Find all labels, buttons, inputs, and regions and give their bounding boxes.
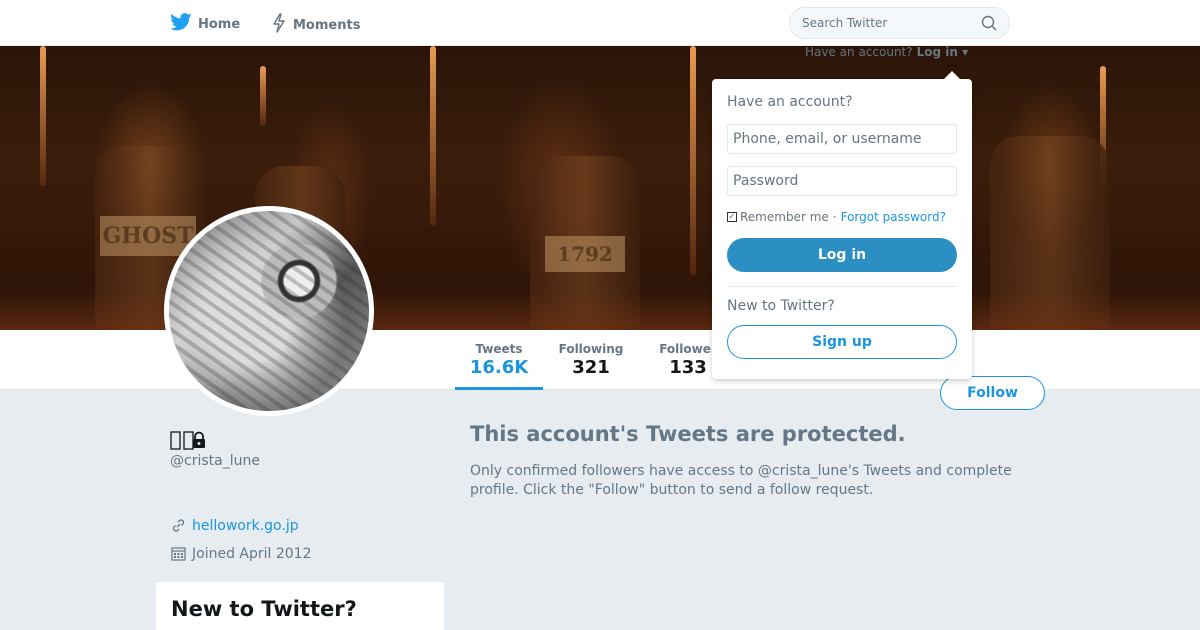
stat-following[interactable]: Following 321: [553, 342, 629, 378]
nav-moments-label: Moments: [293, 17, 361, 33]
calendar-icon: [171, 547, 186, 561]
lock-icon: [193, 431, 205, 448]
separator: ·: [832, 210, 837, 224]
twitter-bird-icon: [170, 13, 192, 35]
banner-light: [690, 46, 696, 276]
avatar[interactable]: [164, 206, 374, 416]
dropdown-caret: [944, 71, 960, 79]
banner-light: [40, 46, 46, 186]
header-login-hint: Have an account? Log in ▾: [805, 45, 968, 59]
stat-label: Tweets: [475, 342, 523, 356]
new-to-twitter-label: New to Twitter?: [727, 298, 835, 314]
banner-light: [430, 46, 436, 226]
divider: [727, 286, 957, 287]
signup-button[interactable]: Sign up: [727, 325, 957, 359]
stat-value: 321: [572, 357, 610, 378]
bottle-label: 1792: [545, 236, 625, 272]
protected-text: Only confirmed followers have access to …: [470, 463, 1012, 498]
follow-button[interactable]: Follow: [940, 376, 1045, 410]
nav-home[interactable]: Home: [170, 13, 240, 35]
forgot-password-link[interactable]: Forgot password?: [841, 210, 946, 224]
lightning-bolt-icon: [271, 13, 287, 37]
website-link[interactable]: hellowork.go.jp: [192, 518, 299, 534]
remember-row: ✓ Remember me · Forgot password?: [727, 210, 957, 224]
avatar-texture: [169, 211, 369, 411]
stat-tweets[interactable]: Tweets 16.6K: [455, 342, 543, 390]
search-input[interactable]: [802, 8, 972, 38]
signup-module-title: New to Twitter?: [171, 597, 357, 621]
remember-checkbox[interactable]: ✓: [727, 212, 737, 222]
protected-title: This account's Tweets are protected.: [470, 422, 906, 446]
password-field[interactable]: [727, 166, 957, 196]
chevron-down-icon: ▾: [962, 45, 969, 59]
joined-date: Joined April 2012: [192, 545, 312, 562]
nav-moments[interactable]: Moments: [271, 13, 360, 37]
header-login-link[interactable]: Log in ▾: [917, 45, 969, 59]
search-icon[interactable]: [981, 15, 997, 35]
profile-joined: Joined April 2012: [170, 545, 312, 562]
login-hint-text: Have an account?: [805, 45, 913, 59]
top-navigation: Home Moments: [0, 0, 1200, 46]
username-field[interactable]: [727, 124, 957, 154]
login-dropdown-heading: Have an account?: [727, 94, 853, 110]
profile-handle: @crista_lune: [170, 453, 260, 469]
profile-name: [170, 429, 207, 451]
stat-value: 16.6K: [469, 357, 529, 378]
search-box: [789, 7, 1010, 39]
login-button[interactable]: Log in: [727, 238, 957, 272]
signup-module: New to Twitter?: [156, 582, 444, 630]
link-icon: [172, 519, 185, 532]
login-dropdown: Have an account? ✓ Remember me · Forgot …: [712, 71, 972, 379]
banner-light: [260, 66, 266, 126]
remember-label[interactable]: Remember me: [740, 210, 829, 224]
stat-label: Following: [558, 342, 624, 356]
nav-home-label: Home: [198, 16, 241, 32]
profile-website: hellowork.go.jp: [170, 517, 299, 534]
